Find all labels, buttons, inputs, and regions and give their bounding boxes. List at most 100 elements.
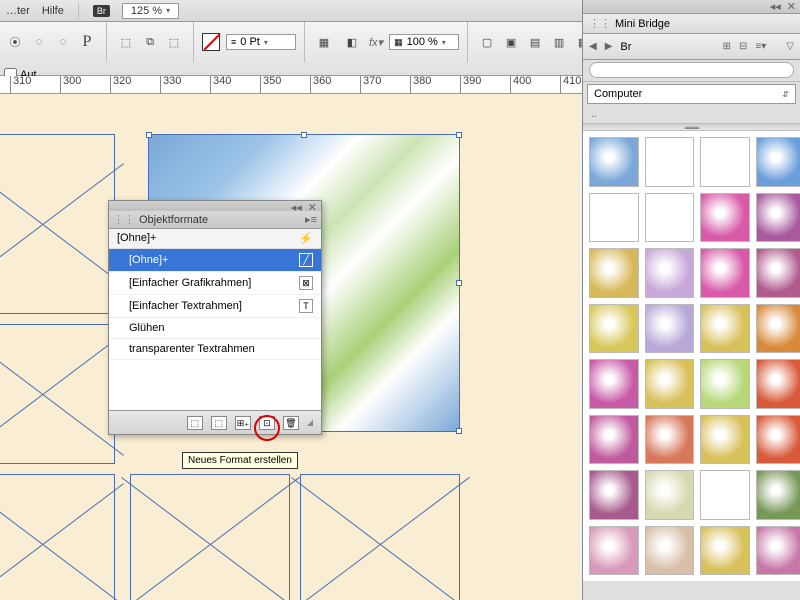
thumbnail-item[interactable]: [700, 470, 750, 520]
style-item-graphic-frame[interactable]: [Einfacher Grafikrahmen]⊠: [109, 272, 321, 295]
panel-footer: ⬚ ⬚ ⊞₊ ⊡ 🗑 ◢: [109, 410, 321, 434]
chevron-updown-icon: ⇵: [782, 90, 789, 99]
mini-bridge-title: Mini Bridge: [615, 18, 670, 30]
chain-icon[interactable]: ⧉: [139, 31, 161, 53]
thumbnail-item[interactable]: [756, 193, 800, 243]
menu-help[interactable]: Hilfe: [42, 5, 64, 17]
breadcrumb-path[interactable]: ..: [583, 106, 800, 123]
thumbnail-item[interactable]: [645, 248, 695, 298]
panel-collapse-icon[interactable]: ◂◂: [291, 201, 302, 211]
thumbnail-item[interactable]: [756, 137, 800, 187]
stroke-weight-field[interactable]: ≡0 Pt: [226, 34, 296, 50]
no-stroke-icon[interactable]: [202, 33, 220, 51]
thumbnail-item[interactable]: [645, 526, 695, 576]
thumbnail-item[interactable]: [756, 470, 800, 520]
empty-graphic-frame[interactable]: [0, 134, 115, 314]
clear-override-button[interactable]: ⬚: [187, 416, 203, 430]
thumbnail-item[interactable]: [700, 526, 750, 576]
thumbnail-item[interactable]: [645, 415, 695, 465]
new-group-button[interactable]: ⊞₊: [235, 416, 251, 430]
empty-graphic-frame[interactable]: [300, 474, 460, 600]
delete-style-button[interactable]: 🗑: [283, 416, 299, 430]
none-style-icon: ╱: [299, 253, 313, 267]
text-frame-icon: T: [299, 299, 313, 313]
filter-icon[interactable]: ▽: [786, 41, 794, 52]
panel-close-icon[interactable]: ✕: [308, 201, 317, 211]
thumbnail-item[interactable]: [645, 359, 695, 409]
graphic-frame-icon: ⊠: [299, 276, 313, 290]
thumbnail-item[interactable]: [589, 359, 639, 409]
search-input[interactable]: [589, 62, 794, 78]
thumbnail-item[interactable]: [756, 359, 800, 409]
thumbnail-item[interactable]: [756, 248, 800, 298]
thumbnail-item[interactable]: [645, 193, 695, 243]
thumbnail-item[interactable]: [700, 248, 750, 298]
thumbnail-item[interactable]: [756, 526, 800, 576]
fx-icon[interactable]: fx▾: [369, 36, 383, 49]
thumbnail-item[interactable]: [700, 359, 750, 409]
zoom-level[interactable]: 125 %: [122, 3, 179, 19]
style-item-glow[interactable]: Glühen: [109, 318, 321, 339]
style-item-none[interactable]: [Ohne]+╱: [109, 249, 321, 272]
nav-back-button[interactable]: ◀: [589, 41, 597, 52]
ellipse-dotted-alt-icon[interactable]: ◌: [52, 31, 74, 53]
text-p-icon[interactable]: P: [76, 31, 98, 53]
selection-dots-icon[interactable]: ⦿: [4, 31, 26, 53]
object-styles-panel: ◂◂ ✕ ⋮⋮ Objektformate ▸≡ [Ohne]+⚡ [Ohne]…: [108, 200, 322, 435]
panel-close-icon[interactable]: ✕: [787, 0, 796, 13]
lightning-icon: ⚡: [299, 232, 313, 245]
thumbnail-item[interactable]: [589, 248, 639, 298]
mini-bridge-panel: ◂◂ ✕ ⋮⋮ Mini Bridge ◀ ▶ Br ⊞ ⊟ ≡▾ ▽ Comput…: [582, 0, 800, 600]
new-style-tooltip: Neues Format erstellen: [182, 452, 298, 469]
thumbnail-item[interactable]: [589, 137, 639, 187]
panel-options-icon[interactable]: ⊟: [739, 41, 747, 52]
thumbnail-item[interactable]: [700, 415, 750, 465]
nav-forward-button[interactable]: ▶: [605, 41, 613, 52]
opacity-field[interactable]: ▦100 %: [389, 34, 459, 50]
style-item-transparent[interactable]: transparenter Textrahmen: [109, 339, 321, 360]
thumbnail-item[interactable]: [589, 304, 639, 354]
location-dropdown[interactable]: Computer⇵: [587, 84, 796, 104]
text-wrap-bounding-icon[interactable]: ▣: [500, 31, 522, 53]
thumbnail-item[interactable]: [589, 193, 639, 243]
style-item-text-frame[interactable]: [Einfacher Textrahmen]T: [109, 295, 321, 318]
distribute-icon[interactable]: ⬚: [163, 31, 185, 53]
panel-resize-icon[interactable]: ◢: [307, 418, 313, 427]
thumbnail-item[interactable]: [589, 526, 639, 576]
panel-grip-icon[interactable]: ⋮⋮: [589, 17, 611, 30]
new-style-button[interactable]: ⊡: [259, 416, 275, 430]
thumbnail-item[interactable]: [700, 304, 750, 354]
panel-menu-icon[interactable]: ▸≡: [305, 213, 317, 226]
fill-icon[interactable]: ▦: [313, 31, 335, 53]
empty-graphic-frame[interactable]: [130, 474, 290, 600]
text-wrap-shape-icon[interactable]: ▤: [524, 31, 546, 53]
view-toggle-icon[interactable]: ⊞: [723, 41, 731, 52]
panel-divider[interactable]: [583, 123, 800, 131]
thumbnail-item[interactable]: [645, 304, 695, 354]
gradient-icon[interactable]: ◧: [341, 31, 363, 53]
thumbnail-item[interactable]: [645, 470, 695, 520]
empty-graphic-frame[interactable]: [0, 324, 115, 464]
text-wrap-none-icon[interactable]: ▢: [476, 31, 498, 53]
empty-graphic-frame[interactable]: [0, 474, 115, 600]
bridge-badge-icon[interactable]: Br: [93, 5, 110, 17]
thumbnail-grid: [583, 131, 800, 581]
sort-icon[interactable]: ≡▾: [755, 41, 766, 52]
thumbnail-item[interactable]: [700, 137, 750, 187]
bridge-badge-icon[interactable]: Br: [620, 41, 631, 53]
panel-grip-icon[interactable]: ⋮⋮: [113, 213, 135, 226]
thumbnail-item[interactable]: [645, 137, 695, 187]
panel-collapse-icon[interactable]: ◂◂: [770, 0, 781, 13]
thumbnail-item[interactable]: [589, 470, 639, 520]
bridge-search[interactable]: [583, 60, 800, 82]
ellipse-dotted-icon[interactable]: ◌: [28, 31, 50, 53]
thumbnail-item[interactable]: [756, 415, 800, 465]
clear-attr-button[interactable]: ⬚: [211, 416, 227, 430]
thumbnail-item[interactable]: [756, 304, 800, 354]
thumbnail-item[interactable]: [589, 415, 639, 465]
align-icon[interactable]: ⬚: [115, 31, 137, 53]
text-wrap-jump-icon[interactable]: ▥: [548, 31, 570, 53]
current-style-header: [Ohne]+⚡: [109, 229, 321, 249]
thumbnail-item[interactable]: [700, 193, 750, 243]
menu-item[interactable]: …ter: [6, 5, 30, 17]
